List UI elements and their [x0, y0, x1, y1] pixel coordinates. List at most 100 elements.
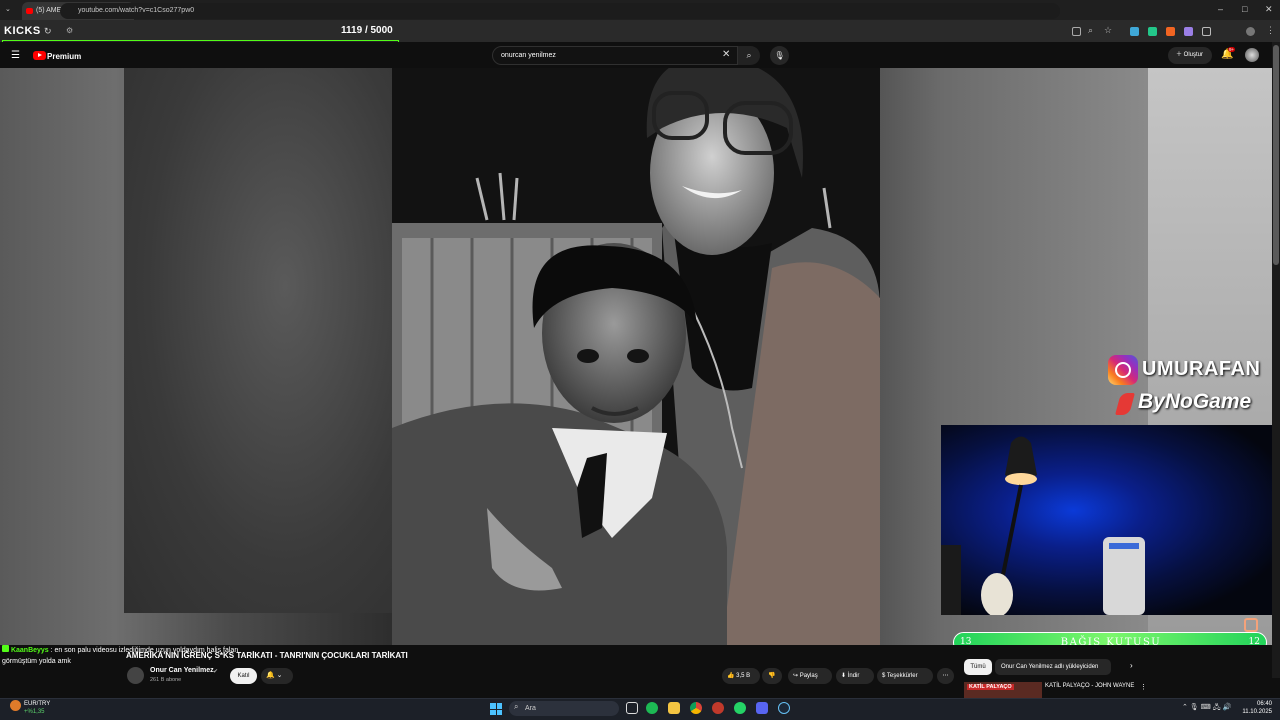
- chip-next-icon[interactable]: ›: [1130, 661, 1133, 670]
- share-icon: ↪: [793, 673, 799, 679]
- steam-icon[interactable]: [778, 702, 790, 714]
- plus-icon: ＋: [1176, 52, 1184, 58]
- chrome-icon[interactable]: [690, 702, 702, 714]
- taskbar-search-text: Ara: [525, 705, 536, 712]
- clock-time: 06:40: [1256, 701, 1272, 707]
- verified-icon: ✔: [213, 669, 219, 675]
- channel-avatar[interactable]: [127, 667, 144, 684]
- search-icon: ⌕: [746, 50, 752, 60]
- bell-icon: 🔔 ⌄: [266, 672, 283, 679]
- discord-icon[interactable]: [756, 702, 768, 714]
- account-avatar[interactable]: [1245, 48, 1259, 62]
- maximize-button[interactable]: □: [1242, 4, 1247, 14]
- ticker-widget[interactable]: EUR/TRY +%1,35: [24, 700, 50, 716]
- instagram-handle: UMURAFAN: [1142, 358, 1261, 380]
- profile-avatar-icon[interactable]: [1246, 27, 1255, 36]
- donation-box-icon: [1244, 618, 1258, 632]
- download-icon: ⬇: [841, 673, 847, 679]
- task-view-icon[interactable]: [626, 702, 638, 714]
- photo-illustration: [392, 68, 880, 645]
- like-button[interactable]: 👍 3,5 B: [722, 668, 760, 684]
- search-query: onurcan yenilmez: [501, 52, 556, 59]
- chat-badge-icon: [2, 645, 9, 652]
- recommended-more-icon[interactable]: ⋮: [1140, 683, 1147, 691]
- join-button[interactable]: Katıl: [230, 668, 257, 684]
- extensions-puzzle-icon[interactable]: [1202, 27, 1211, 36]
- taskbar-search[interactable]: Ara: [509, 701, 619, 716]
- video-title: AMERİKA'NIN İĞRENÇ S*KS TARİKATI - TANRI…: [126, 651, 408, 660]
- bookmark-star-icon[interactable]: ☆: [1104, 25, 1112, 36]
- download-label: İndir: [847, 673, 860, 679]
- thanks-button[interactable]: $ Teşekkürler: [877, 668, 933, 684]
- thanks-label: Teşekkürler: [886, 673, 918, 679]
- page-scrollbar-thumb[interactable]: [1273, 45, 1279, 265]
- thanks-icon: $: [882, 673, 886, 679]
- minimize-button[interactable]: –: [1218, 4, 1223, 14]
- filter-chip-all[interactable]: Tümü: [964, 659, 992, 675]
- microphone-icon: 🎙: [774, 51, 785, 60]
- reload-icon[interactable]: ↻: [44, 26, 52, 37]
- voice-search-button[interactable]: 🎙: [770, 46, 789, 65]
- youtube-premium-text[interactable]: Premium: [47, 52, 81, 61]
- chat-username: KaanBeyys: [10, 647, 49, 654]
- close-window-button[interactable]: ✕: [1265, 4, 1273, 15]
- sponsor-name: ByNoGame: [1138, 390, 1252, 413]
- subscribe-bell-button[interactable]: 🔔 ⌄: [261, 668, 293, 684]
- recommended-video-thumbnail[interactable]: KATİL PALYAÇO: [964, 682, 1042, 698]
- zoom-icon[interactable]: ⌕: [1088, 25, 1093, 36]
- youtube-logo-icon[interactable]: [33, 51, 46, 60]
- youtube-favicon-icon: [26, 8, 33, 14]
- tab-list-button[interactable]: ⌄: [5, 5, 11, 13]
- dislike-button[interactable]: 👎: [762, 668, 782, 684]
- extension-icon-3[interactable]: [1166, 27, 1175, 36]
- ticker-change: +%1,35: [24, 709, 45, 715]
- extension-icon-2[interactable]: [1148, 27, 1157, 36]
- more-icon: ⋯: [942, 673, 949, 679]
- download-button[interactable]: ⬇ İndir: [836, 668, 874, 684]
- subscriber-count: 261 B abone: [150, 677, 182, 683]
- extension-icon-1[interactable]: [1130, 27, 1139, 36]
- share-label: Paylaş: [799, 673, 818, 679]
- hamburger-menu-icon[interactable]: ☰: [11, 50, 20, 61]
- file-explorer-icon[interactable]: [668, 702, 680, 714]
- ticker-widget-icon: [10, 700, 21, 711]
- whatsapp-icon[interactable]: [734, 702, 746, 714]
- thumbs-down-icon: 👎: [768, 673, 776, 679]
- recommended-video-title[interactable]: KATİL PALYAÇO - JOHN WAYNE: [1045, 683, 1134, 689]
- instagram-icon: [1108, 355, 1138, 385]
- kicks-total: / 5000: [364, 25, 393, 36]
- clear-search-icon[interactable]: ✕: [722, 49, 730, 60]
- thumbs-up-icon: 👍: [727, 673, 735, 679]
- windows-start-icon[interactable]: [490, 703, 502, 715]
- notification-badge: 9+: [1228, 47, 1236, 52]
- kicks-current: 1119: [341, 25, 363, 36]
- site-info-icon[interactable]: ⚙: [66, 26, 73, 35]
- clock-date: 11.10.2025: [1242, 709, 1272, 715]
- taskbar-search-icon: ⌕: [514, 702, 519, 711]
- app-icon-red[interactable]: [712, 702, 724, 714]
- url-text: youtube.com/watch?v=c1Cso277pw0: [78, 7, 195, 14]
- share-button[interactable]: ↪ Paylaş: [788, 668, 832, 684]
- create-label: Oluştur: [1183, 52, 1204, 58]
- spotify-icon[interactable]: [646, 702, 658, 714]
- recommended-thumb-text: KATİL PALYAÇO: [967, 684, 1014, 690]
- more-actions-button[interactable]: ⋯: [937, 668, 954, 684]
- ticker-name: EUR/TRY: [24, 701, 51, 707]
- streamer-webcam: [941, 425, 1272, 615]
- webcam-scene: [941, 436, 1145, 615]
- kicks-counter: 1119 / 5000: [341, 25, 393, 36]
- create-button[interactable]: ＋ Oluştur: [1168, 47, 1212, 64]
- filter-chip-uploader[interactable]: Onur Can Yenilmez adlı yükleyiciden: [995, 659, 1111, 675]
- system-clock[interactable]: 06:40 11.10.2025: [1238, 700, 1272, 716]
- like-count: 3,5 B: [736, 673, 751, 679]
- search-button[interactable]: ⌕: [738, 46, 760, 65]
- browser-menu-icon[interactable]: ⋮: [1266, 25, 1275, 36]
- windows-taskbar: [0, 698, 1280, 720]
- url-field[interactable]: [60, 3, 1060, 19]
- cast-icon[interactable]: [1072, 27, 1081, 36]
- channel-name[interactable]: Onur Can Yenilmez: [150, 667, 214, 674]
- tray-icons[interactable]: ⌃ 🎙 ⌨ 🖧 🔊: [1182, 703, 1231, 714]
- video-frame-photo: [392, 68, 880, 645]
- extension-icon-4[interactable]: [1184, 27, 1193, 36]
- kicks-label: KICKS: [4, 25, 41, 37]
